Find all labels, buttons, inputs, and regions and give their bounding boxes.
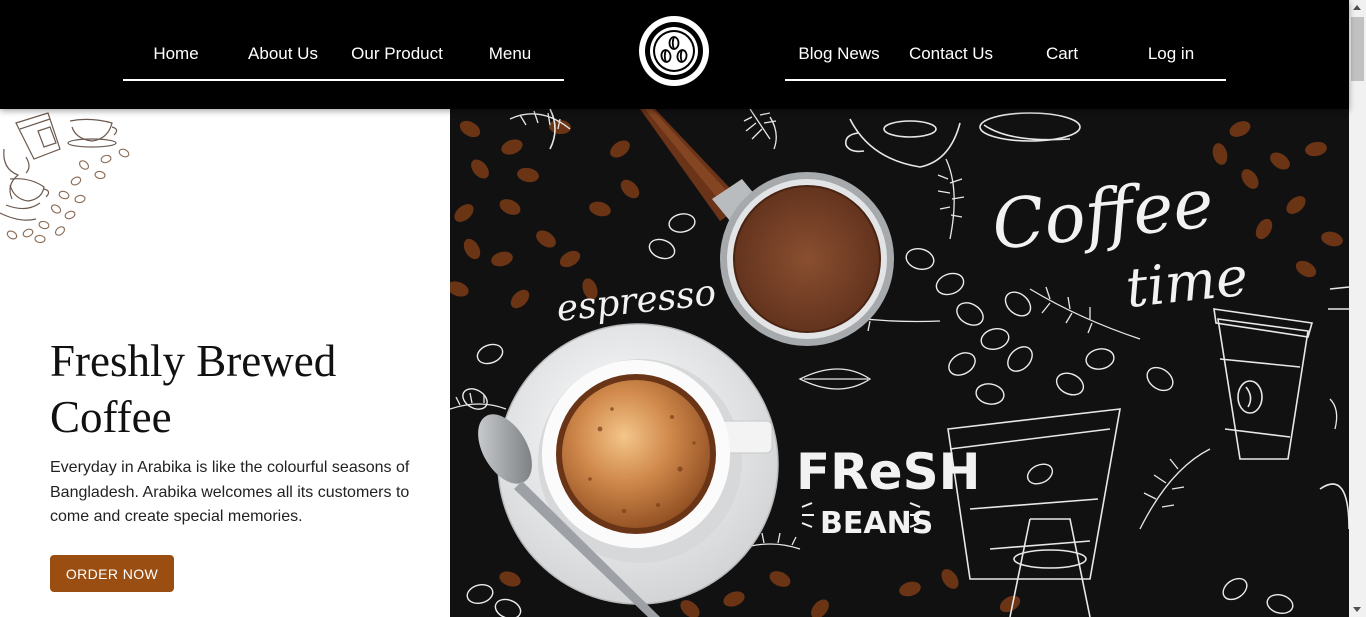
nav-our-product[interactable]: Our Product (351, 44, 443, 64)
fresh-lettering: FReSH (796, 443, 980, 501)
order-now-button[interactable]: ORDER NOW (50, 555, 174, 592)
hero-title: Freshly Brewed Coffee (50, 333, 430, 445)
coffee-hero-image: espresso Coffee time FReSH BEANS (450, 109, 1349, 617)
nav-blog-news[interactable]: Blog News (798, 44, 879, 64)
nav-home[interactable]: Home (153, 44, 198, 64)
hero-description: Everyday in Arabika is like the colourfu… (50, 459, 410, 525)
nav-menu[interactable]: Menu (489, 44, 532, 64)
time-lettering: time (1123, 245, 1251, 320)
coffee-beans-logo-icon[interactable] (639, 16, 709, 86)
espresso-cup (497, 323, 779, 605)
coffee-doodle-decoration (0, 112, 130, 244)
scroll-up-arrow-icon[interactable] (1353, 5, 1361, 10)
nav-log-in[interactable]: Log in (1148, 44, 1194, 64)
nav-group-right: Blog News Contact Us Cart Log in (785, 0, 1226, 81)
nav-contact-us[interactable]: Contact Us (909, 44, 993, 64)
scroll-down-arrow-icon[interactable] (1353, 607, 1361, 612)
nav-group-left: Home About Us Our Product Menu (123, 0, 564, 81)
top-navbar: Home About Us Our Product Menu Blog News… (0, 0, 1349, 109)
page-scrollbar[interactable] (1349, 0, 1366, 617)
nav-cart[interactable]: Cart (1046, 44, 1078, 64)
hero-text-section: Freshly Brewed Coffee Everyday in Arabik… (0, 109, 450, 617)
hero-title-line-1: Freshly Brewed (50, 336, 337, 386)
hero-title-line-2: Coffee (50, 392, 172, 442)
nav-about-us[interactable]: About Us (248, 44, 318, 64)
scroll-thumb[interactable] (1351, 17, 1364, 81)
